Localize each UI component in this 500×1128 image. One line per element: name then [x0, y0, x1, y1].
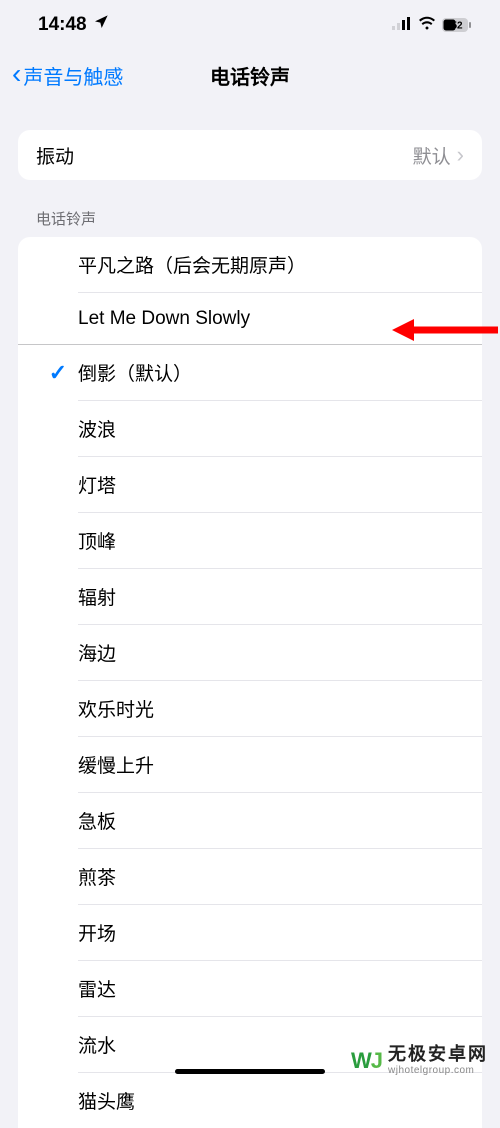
watermark: WJ 无极安卓网 wjhotelgroup.com: [351, 1045, 488, 1076]
ringtone-row[interactable]: 雷达: [18, 961, 482, 1017]
ringtone-row[interactable]: 顶峰: [18, 513, 482, 569]
page-title: 电话铃声: [210, 61, 290, 90]
svg-text:52: 52: [451, 21, 463, 32]
checkmark-icon: ✓: [38, 360, 78, 386]
ringtone-label: 平凡之路（后会无期原声）: [78, 237, 482, 293]
ringtone-label: 欢乐时光: [78, 681, 482, 737]
ringtone-label: 雷达: [78, 961, 482, 1017]
ringtone-row[interactable]: 平凡之路（后会无期原声）: [18, 237, 482, 293]
watermark-logo-icon: WJ: [351, 1048, 382, 1074]
ringtone-row[interactable]: 波浪: [18, 401, 482, 457]
chevron-left-icon: ‹: [12, 60, 21, 88]
status-right: 52: [392, 14, 472, 36]
battery-icon: 52: [442, 18, 472, 32]
ringtone-label: Let Me Down Slowly: [78, 294, 482, 344]
watermark-cn: 无极安卓网: [388, 1045, 488, 1065]
status-bar: 14:48 52: [0, 0, 500, 50]
chevron-right-icon: ›: [457, 142, 464, 168]
cellular-icon: [392, 14, 412, 36]
ringtone-list: 平凡之路（后会无期原声）Let Me Down Slowly ✓倒影（默认）波浪…: [18, 237, 482, 1128]
ringtone-label: 煎茶: [78, 849, 482, 905]
ringtone-row[interactable]: 急板: [18, 793, 482, 849]
vibration-row[interactable]: 振动 默认 ›: [18, 130, 482, 180]
ringtone-row[interactable]: 海边: [18, 625, 482, 681]
ringtone-label: 海边: [78, 625, 482, 681]
section-header-ringtones: 电话铃声: [18, 180, 482, 237]
ringtone-row[interactable]: 灯塔: [18, 457, 482, 513]
ringtone-row[interactable]: 缓慢上升: [18, 737, 482, 793]
ringtone-label: 缓慢上升: [78, 737, 482, 793]
back-button[interactable]: ‹ 声音与触感: [12, 61, 123, 90]
ringtone-label: 辐射: [78, 569, 482, 625]
ringtone-row[interactable]: 煎茶: [18, 849, 482, 905]
ringtone-row[interactable]: 猫头鹰: [18, 1073, 482, 1128]
watermark-en: wjhotelgroup.com: [388, 1065, 488, 1076]
home-indicator[interactable]: [175, 1069, 325, 1074]
status-time: 14:48: [38, 14, 87, 36]
ringtone-label: 波浪: [78, 401, 482, 457]
ringtone-label: 急板: [78, 793, 482, 849]
ringtone-label: 倒影（默认）: [78, 345, 482, 401]
back-label: 声音与触感: [23, 61, 123, 90]
ringtone-label: 开场: [78, 905, 482, 961]
nav-bar: ‹ 声音与触感 电话铃声: [0, 50, 500, 100]
location-icon: [93, 14, 109, 36]
vibration-group: 振动 默认 ›: [18, 130, 482, 180]
ringtone-row[interactable]: 开场: [18, 905, 482, 961]
vibration-label: 振动: [36, 142, 413, 169]
ringtone-label: 灯塔: [78, 457, 482, 513]
ringtone-label: 顶峰: [78, 513, 482, 569]
status-left: 14:48: [38, 14, 109, 36]
wifi-icon: [418, 14, 436, 36]
ringtone-label: 猫头鹰: [78, 1073, 482, 1128]
ringtone-row[interactable]: 欢乐时光: [18, 681, 482, 737]
ringtone-row[interactable]: Let Me Down Slowly: [18, 293, 482, 344]
ringtone-row[interactable]: 辐射: [18, 569, 482, 625]
vibration-value: 默认: [413, 142, 451, 169]
ringtone-row[interactable]: ✓倒影（默认）: [18, 345, 482, 401]
